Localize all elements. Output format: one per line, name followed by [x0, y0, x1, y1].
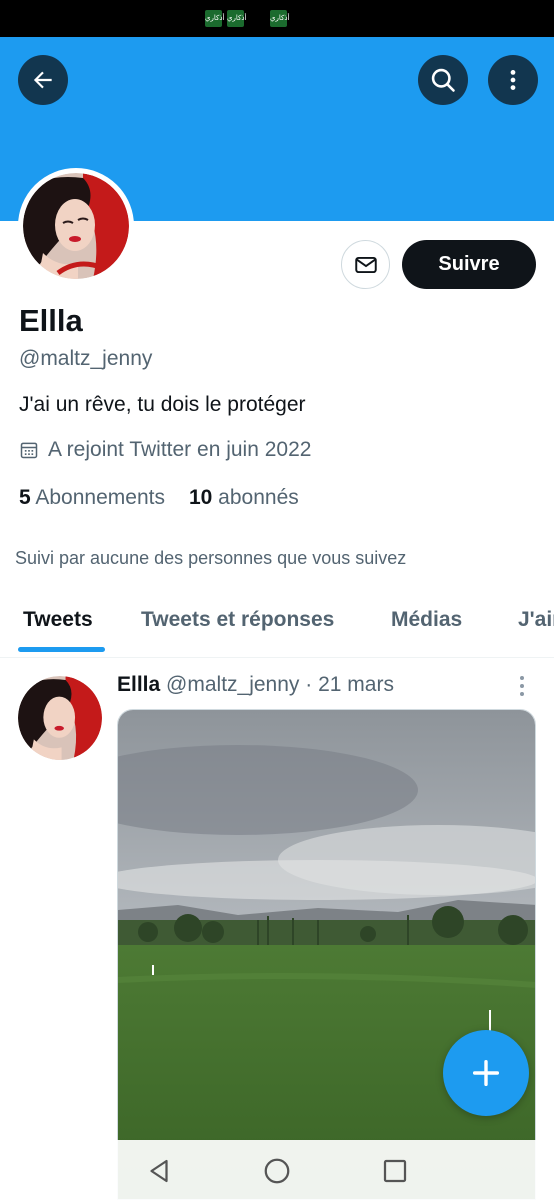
tweet-separator: ·	[305, 673, 313, 696]
joined-text: A rejoint Twitter en juin 2022	[48, 438, 312, 461]
followers-label: abonnés	[218, 486, 299, 509]
profile-handle: @maltz_jenny	[19, 347, 153, 370]
envelope-icon	[354, 256, 377, 273]
tweet-header: Ellla @maltz_jenny · 21 mars	[117, 673, 394, 697]
message-button[interactable]	[341, 240, 390, 289]
display-name: Ellla	[19, 303, 83, 338]
status-bar: أذكاري أذكاري أذكاري	[0, 0, 554, 37]
tweet-author-name[interactable]: Ellla	[117, 673, 160, 696]
profile-avatar[interactable]	[18, 168, 134, 284]
square-recents-icon	[383, 1159, 407, 1183]
followers-count: 10	[188, 486, 213, 509]
notification-icon: أذكاري	[227, 10, 246, 27]
tab-likes[interactable]: J'aime	[518, 608, 554, 632]
search-button[interactable]	[418, 55, 468, 105]
follow-stats: 5 Abonnements 10 abonnés	[19, 486, 299, 510]
joined-date: A rejoint Twitter en juin 2022	[19, 438, 311, 462]
nav-recents-button[interactable]	[380, 1156, 410, 1186]
followed-by-text: Suivi par aucune des personnes que vous …	[15, 548, 407, 568]
avatar-photo	[18, 676, 102, 760]
tweet-date[interactable]: 21 mars	[318, 673, 394, 696]
tweet-image[interactable]	[117, 709, 536, 1200]
compose-tweet-button[interactable]	[443, 1030, 529, 1116]
followers-link[interactable]: 10 abonnés	[189, 486, 299, 510]
calendar-icon	[20, 442, 38, 459]
avatar-photo	[23, 173, 129, 279]
following-count: 5	[19, 486, 31, 509]
tab-media[interactable]: Médias	[391, 608, 462, 632]
more-vertical-icon	[510, 70, 516, 90]
triangle-back-icon	[150, 1159, 168, 1183]
landscape-photo	[118, 710, 535, 1199]
search-icon	[431, 68, 455, 92]
tab-tweets[interactable]: Tweets	[23, 608, 93, 632]
android-nav-bar	[0, 1140, 554, 1200]
profile-tabs: Tweets Tweets et réponses Médias J'aime	[0, 596, 554, 658]
circle-home-icon	[264, 1158, 290, 1184]
tweet-avatar[interactable]	[18, 676, 102, 760]
plus-icon	[472, 1059, 500, 1087]
following-label: Abonnements	[35, 486, 165, 509]
following-link[interactable]: 5 Abonnements	[19, 486, 165, 510]
nav-back-button[interactable]	[144, 1156, 174, 1186]
tweet-author-handle[interactable]: @maltz_jenny	[166, 673, 299, 696]
back-button[interactable]	[18, 55, 68, 105]
notification-icon: أذكاري	[205, 10, 224, 27]
arrow-left-icon	[33, 71, 52, 89]
notification-icon: أذكاري	[270, 10, 289, 27]
tweet-more-icon[interactable]	[512, 674, 532, 698]
nav-home-button[interactable]	[262, 1156, 292, 1186]
more-options-button[interactable]	[488, 55, 538, 105]
tab-tweets-replies[interactable]: Tweets et réponses	[141, 608, 334, 632]
follow-button[interactable]: Suivre	[402, 240, 536, 289]
active-tab-indicator	[18, 647, 105, 652]
profile-bio: J'ai un rêve, tu dois le protéger	[19, 393, 306, 416]
